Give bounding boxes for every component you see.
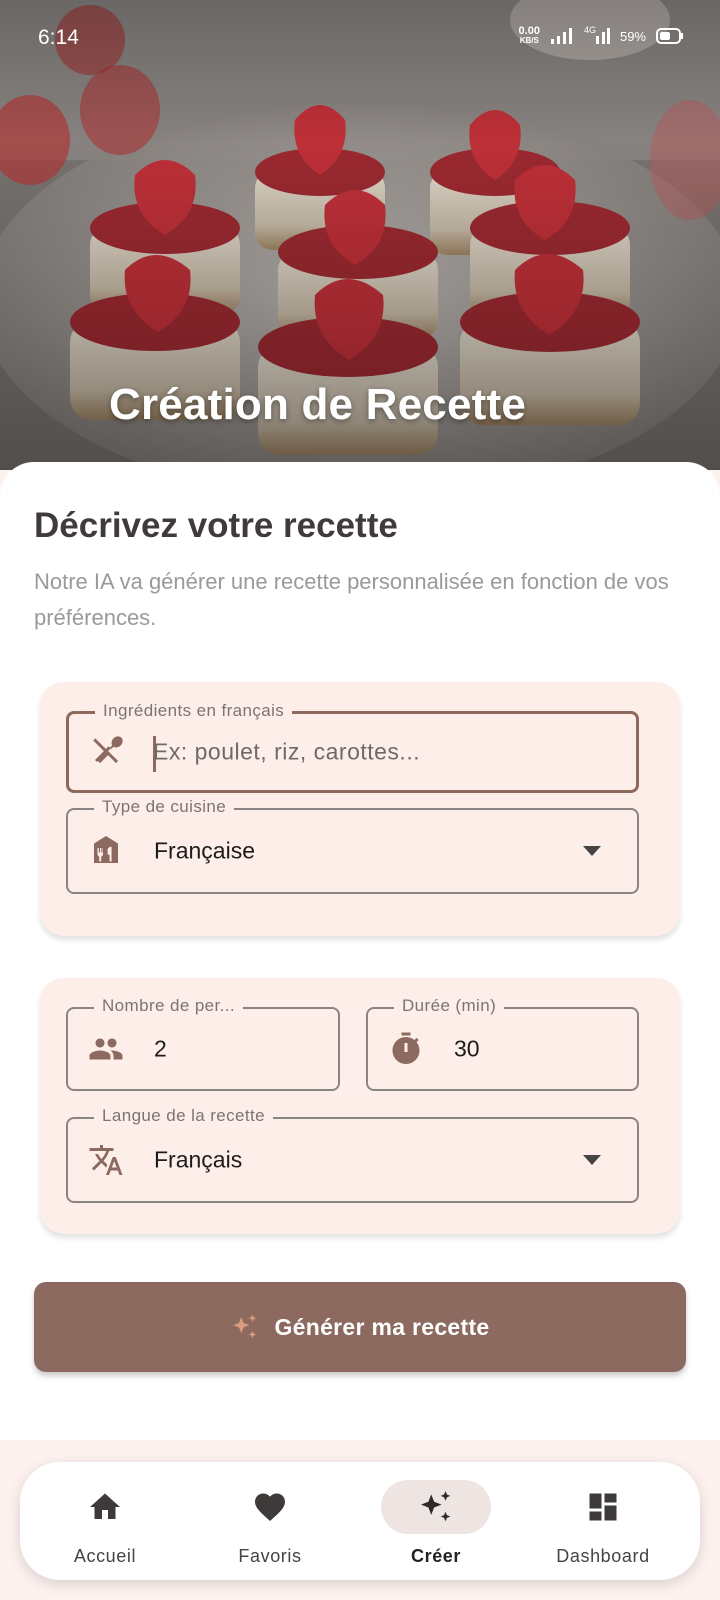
nav-label: Favoris (238, 1546, 302, 1566)
people-label: Nombre de per... (94, 996, 244, 1016)
duration-label: Durée (min) (394, 996, 505, 1016)
hero-banner: 6:14 0.00 KB/S 4G 59% Création de Recett… (0, 0, 720, 470)
sparkle-icon (233, 1314, 257, 1339)
timer-icon (392, 1032, 420, 1064)
signal-4g-icon: 4G (584, 25, 610, 45)
chevron-down-icon[interactable] (583, 846, 601, 856)
home-icon (90, 1493, 120, 1519)
battery-percent: 59% (619, 28, 646, 44)
signal-icon (550, 28, 572, 44)
translate-icon (89, 1145, 123, 1175)
section-title: Décrivez votre recette (34, 506, 398, 545)
net-speed: 0.00 KB/S (518, 25, 540, 46)
generate-recipe-button[interactable]: Générer ma recette (34, 1282, 686, 1372)
duration-field[interactable]: Durée (min) 30 (366, 996, 639, 1091)
chevron-down-icon[interactable] (583, 1155, 601, 1165)
restaurant-icon (94, 836, 118, 863)
nav-item-creer[interactable]: Créer (351, 1462, 521, 1580)
cuisine-select[interactable]: Type de cuisine Française (66, 797, 639, 894)
details-card: Nombre de per... 2 Durée (min) 30 Langue… (40, 978, 680, 1234)
status-icons: 0.00 KB/S 4G 59% (518, 25, 684, 46)
page-title: Création de Recette (108, 380, 527, 429)
language-label: Langue de la recette (94, 1106, 274, 1126)
sparkle-icon (420, 1491, 451, 1522)
cuisine-label: Type de cuisine (94, 797, 235, 817)
people-input[interactable]: 2 (154, 1036, 167, 1063)
ingredients-label: Ingrédients en français (95, 701, 293, 721)
nav-active-pill (381, 1480, 491, 1534)
ingredients-field[interactable]: Ingrédients en français Ex: poulet, riz,… (66, 701, 639, 793)
nav-label: Accueil (73, 1546, 137, 1566)
battery-icon (656, 28, 683, 44)
duration-input[interactable]: 30 (454, 1036, 480, 1063)
heart-icon (255, 1493, 285, 1522)
nav-label: Dashboard (556, 1546, 650, 1566)
cuisine-value: Française (154, 837, 255, 864)
status-time: 6:14 (38, 26, 79, 49)
language-value: Français (154, 1146, 243, 1173)
nav-item-accueil[interactable]: Accueil (20, 1462, 190, 1580)
status-bar: 6:14 0.00 KB/S 4G 59% (0, 0, 720, 76)
ingredients-card: Ingrédients en français Ex: poulet, riz,… (40, 682, 680, 936)
nav-item-dashboard[interactable]: Dashboard (518, 1462, 688, 1580)
section-description: Notre IA va générer une recette personna… (34, 569, 669, 630)
nav-item-favoris[interactable]: Favoris (185, 1462, 355, 1580)
people-icon (89, 1038, 123, 1060)
generate-recipe-label: Générer ma recette (274, 1313, 490, 1340)
nav-label: Créer (410, 1546, 462, 1566)
people-field[interactable]: Nombre de per... 2 (66, 996, 340, 1091)
language-select[interactable]: Langue de la recette Français (66, 1106, 639, 1203)
utensils-icon (93, 736, 123, 764)
bottom-navigation: Accueil Favoris Créer Dashboard (20, 1462, 700, 1580)
ingredients-input[interactable]: Ex: poulet, riz, carottes... (153, 739, 420, 766)
dashboard-icon (589, 1493, 617, 1521)
